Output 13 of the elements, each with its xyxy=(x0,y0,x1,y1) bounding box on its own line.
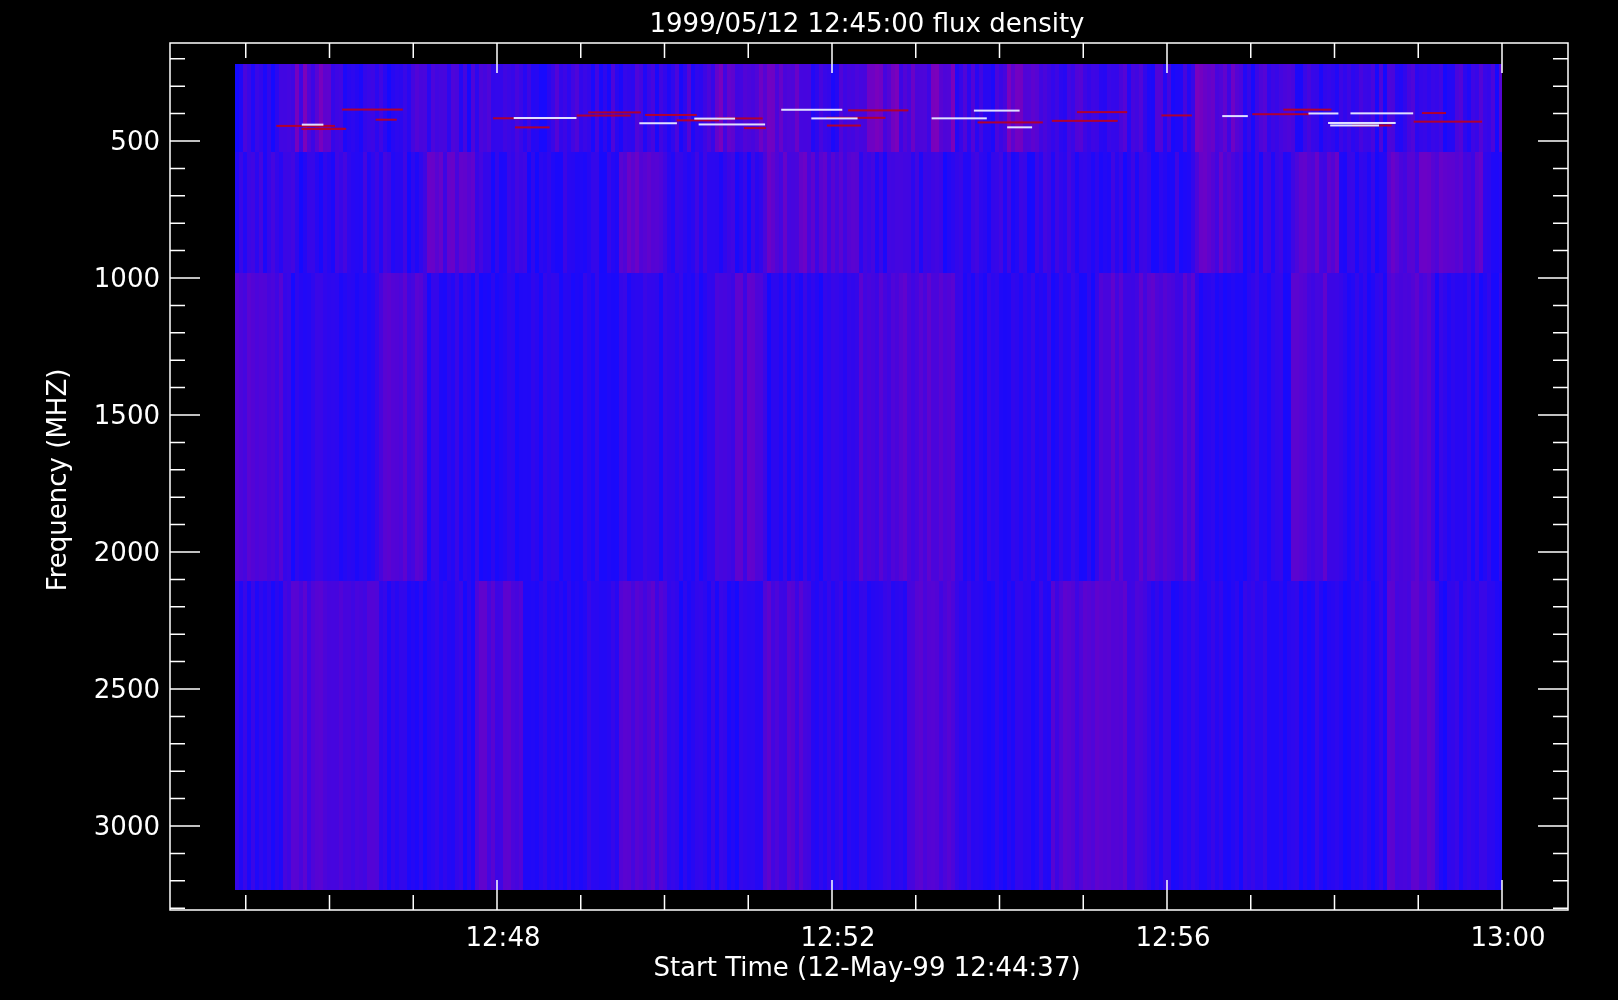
x-tick-label: 12:52 xyxy=(800,922,876,952)
y-tick-label: 2500 xyxy=(93,674,160,704)
y-tick-label: 500 xyxy=(110,126,160,156)
y-tick-label: 2000 xyxy=(93,537,160,567)
plot-title: 1999/05/12 12:45:00 flux density xyxy=(649,8,1085,38)
x-tick-label: 12:48 xyxy=(465,922,541,952)
y-axis-label: Frequency (MHZ) xyxy=(42,368,72,592)
y-tick-label: 1000 xyxy=(93,263,160,293)
x-axis-label: Start Time (12-May-99 12:44:37) xyxy=(653,952,1081,982)
x-tick-label: 13:00 xyxy=(1470,922,1546,952)
y-tick-label: 3000 xyxy=(93,811,160,841)
x-tick-label: 12:56 xyxy=(1135,922,1211,952)
y-tick-label: 1500 xyxy=(93,400,160,430)
